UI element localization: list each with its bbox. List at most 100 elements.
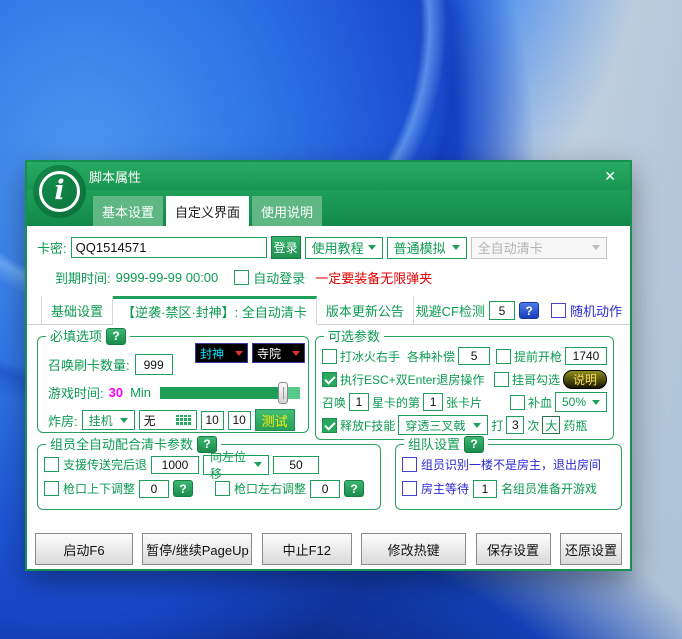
subtab-auto-clearcard[interactable]: 【逆袭·禁区·封神】: 全自动清卡 [113, 296, 317, 325]
times-label: 次 [527, 417, 539, 434]
muzzle-horizontal-label: 枪口左右调整 [234, 480, 306, 497]
cf-evade-input[interactable] [489, 301, 515, 320]
test-button[interactable]: 测试 [255, 409, 295, 431]
guage-label: 挂哥勾选 [512, 371, 560, 388]
inner-tabbar: 基础设置 【逆袭·禁区·封神】: 全自动清卡 版本更新公告 规避CF检测 ? 随… [27, 296, 630, 325]
login-button[interactable]: 登录 [271, 236, 301, 259]
window-title: 脚本属性 [89, 167, 141, 186]
prefire-checkbox[interactable] [496, 349, 511, 364]
required-options-help-button[interactable]: ? [106, 328, 126, 345]
muzzle-horizontal-checkbox[interactable] [215, 481, 230, 496]
compensation-label: 各种补偿 [407, 348, 455, 365]
game-time-slider[interactable] [160, 387, 300, 399]
chevron-down-icon [592, 400, 600, 405]
chevron-down-icon [452, 245, 460, 250]
heal-percent-dropdown[interactable]: 50% [555, 392, 607, 412]
simulation-mode-dropdown[interactable]: 普通模拟 [387, 237, 467, 259]
shift-amount-input[interactable] [273, 456, 319, 474]
muzzle-horizontal-help-button[interactable]: ? [344, 480, 364, 497]
warning-text: 一定要装备无限弹夹 [315, 268, 432, 287]
required-options-title-text: 必填选项 [50, 328, 102, 345]
muzzle-vertical-input[interactable] [139, 480, 169, 498]
heal-label: 补血 [528, 394, 552, 411]
host-wait-count-input[interactable] [473, 480, 497, 498]
potion-size-box[interactable]: 大 [542, 416, 560, 434]
potion-label: 药瓶 [563, 417, 587, 434]
cardkey-row: 卡密: 登录 使用教程 普通模拟 全自动清卡 [37, 236, 622, 259]
chevron-down-icon [254, 462, 262, 467]
tab-basic-settings[interactable]: 基本设置 [93, 196, 163, 226]
titlebar[interactable]: 脚本属性 ✕ [27, 162, 630, 190]
host-wait-suffix: 名组员准备开游戏 [501, 480, 597, 497]
hit-count-input[interactable] [506, 416, 524, 434]
chevron-down-icon [235, 351, 243, 356]
prefire-input[interactable] [565, 347, 607, 365]
random-action-checkbox[interactable] [551, 303, 566, 318]
tutorial-dropdown[interactable]: 使用教程 [305, 237, 383, 259]
modify-hotkey-button[interactable]: 修改热键 [361, 533, 466, 565]
script-properties-window: i 脚本属性 ✕ 基本设置 自定义界面 使用说明 卡密: 登录 使用教程 [25, 160, 632, 571]
tab-instructions[interactable]: 使用说明 [252, 196, 322, 226]
game-time-slider-thumb[interactable] [278, 382, 288, 404]
host-wait-checkbox[interactable] [402, 481, 417, 496]
team-settings-title: 组队设置 ? [404, 436, 488, 453]
save-settings-button[interactable]: 保存设置 [476, 533, 551, 565]
main-tabbar: 基本设置 自定义界面 使用说明 [27, 190, 630, 226]
map-dropdown-2[interactable]: 寺院 [252, 343, 305, 363]
guage-checkbox[interactable] [494, 372, 509, 387]
member-params-help-button[interactable]: ? [197, 436, 217, 453]
info-icon: i [33, 165, 86, 218]
restore-settings-button[interactable]: 还原设置 [560, 533, 622, 565]
chevron-down-icon [473, 423, 481, 428]
muzzle-horizontal-input[interactable] [310, 480, 340, 498]
card-index-input[interactable] [423, 393, 443, 411]
subtab-changelog[interactable]: 版本更新公告 [317, 296, 414, 324]
explain-button[interactable]: 说明 [563, 370, 607, 389]
f-skill-dropdown[interactable]: 穿透三叉戟 [398, 415, 488, 435]
leave-room-checkbox[interactable] [402, 457, 417, 472]
simulation-mode-value: 普通模拟 [394, 238, 446, 257]
optional-row-2-right: 挂哥勾选 说明 [494, 370, 607, 389]
abort-button[interactable]: 中止F12 [262, 533, 352, 565]
bomb-value2-input[interactable] [228, 411, 251, 430]
game-time-label: 游戏时间: [48, 383, 104, 402]
hit-label: 打 [491, 417, 503, 434]
close-icon[interactable]: ✕ [604, 168, 616, 185]
bomb-hotkey-box[interactable]: 无 [139, 410, 197, 430]
summon-count-input[interactable] [135, 354, 173, 375]
auto-login-label: 自动登录 [253, 268, 305, 287]
member-rows: 支援传送完后退 向左位移 枪口上下调整 ? [38, 445, 380, 499]
auto-login-checkbox[interactable] [234, 270, 249, 285]
esc-enter-checkbox[interactable] [322, 372, 337, 387]
compensation-input[interactable] [458, 347, 490, 365]
bomb-room-label: 炸房: [48, 411, 78, 430]
support-teleport-checkbox[interactable] [44, 457, 59, 472]
bomb-mode-value: 挂机 [89, 412, 113, 429]
cf-evade-help-button[interactable]: ? [519, 302, 539, 319]
heal-checkbox[interactable] [510, 395, 525, 410]
team-settings-help-button[interactable]: ? [464, 436, 484, 453]
star-card-input[interactable] [349, 393, 369, 411]
cardkey-input[interactable] [71, 237, 267, 258]
ice-fire-checkbox[interactable] [322, 349, 337, 364]
start-button[interactable]: 启动F6 [35, 533, 133, 565]
member-row-1: 支援传送完后退 向左位移 [44, 454, 374, 475]
pause-resume-button[interactable]: 暂停/继续PageUp [142, 533, 252, 565]
f-skill-value: 穿透三叉戟 [405, 417, 465, 434]
optional-row-3: 召唤 星卡的第 张卡片 补血 50% [322, 392, 607, 412]
retreat-distance-input[interactable] [151, 456, 199, 474]
bomb-value1-input[interactable] [201, 411, 224, 430]
map-dropdown-1[interactable]: 封神 [195, 343, 248, 363]
muzzle-vertical-checkbox[interactable] [44, 481, 59, 496]
f-skill-checkbox[interactable] [322, 418, 337, 433]
subtab-basic-settings[interactable]: 基础设置 [41, 296, 113, 324]
support-teleport-label: 支援传送完后退 [63, 456, 147, 473]
random-action-label: 随机动作 [570, 301, 622, 320]
shift-direction-dropdown[interactable]: 向左位移 [203, 455, 269, 475]
expiry-row: 到期时间: 9999-99-99 00:00 自动登录 一定要装备无限弹夹 [55, 268, 432, 287]
muzzle-vertical-label: 枪口上下调整 [63, 480, 135, 497]
tab-custom-ui[interactable]: 自定义界面 [166, 196, 249, 226]
chevron-down-icon [292, 351, 300, 356]
bomb-mode-dropdown[interactable]: 挂机 [82, 410, 135, 430]
muzzle-vertical-help-button[interactable]: ? [173, 480, 193, 497]
